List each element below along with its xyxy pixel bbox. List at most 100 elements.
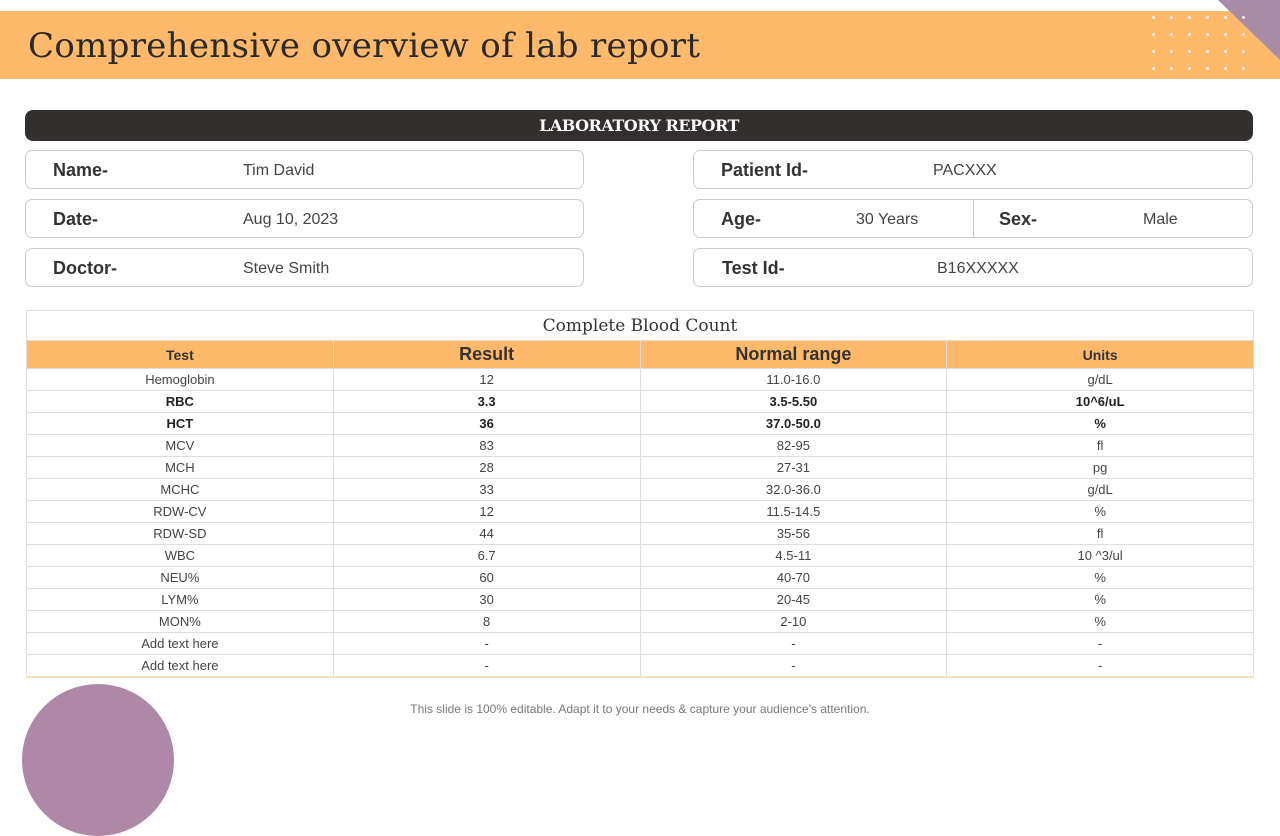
table-caption: Complete Blood Count — [26, 310, 1254, 341]
cell-test: Add text here — [26, 654, 334, 677]
dot — [1152, 67, 1155, 70]
dot — [1170, 67, 1173, 70]
doctor-field: Doctor- Steve Smith — [25, 248, 584, 287]
age-value: 30 Years — [856, 211, 919, 228]
cell-result: 60 — [332, 566, 641, 589]
cell-units: g/dL — [946, 478, 1254, 501]
cell-result: 83 — [332, 434, 641, 457]
table-row: MCV 83 82-95 fl — [26, 434, 1254, 457]
dot — [1152, 50, 1155, 53]
cell-normal-range: 4.5-11 — [639, 544, 948, 567]
test-id-label: Test Id- — [722, 258, 785, 278]
dot — [1170, 33, 1173, 36]
cell-result: 12 — [332, 368, 641, 391]
table-row: MCH 28 27-31 pg — [26, 456, 1254, 479]
table-row: RDW-SD 44 35-56 fl — [26, 522, 1254, 545]
cell-normal-range: 32.0-36.0 — [639, 478, 948, 501]
cell-normal-range: 37.0-50.0 — [639, 412, 948, 435]
cell-units: % — [946, 500, 1254, 523]
dot — [1224, 67, 1227, 70]
report-banner: LABORATORY REPORT — [25, 110, 1253, 141]
cell-normal-range: 2-10 — [639, 610, 948, 633]
cell-units: g/dL — [946, 368, 1254, 391]
cell-normal-range: 20-45 — [639, 588, 948, 611]
dot — [1188, 67, 1191, 70]
header-result: Result — [332, 340, 641, 369]
cell-units: fl — [946, 522, 1254, 545]
dot — [1170, 16, 1173, 19]
cell-test: MCHC — [26, 478, 334, 501]
dot — [1188, 50, 1191, 53]
cell-units: - — [946, 654, 1254, 677]
dot — [1170, 50, 1173, 53]
cell-normal-range: - — [639, 654, 948, 677]
cell-normal-range: 35-56 — [639, 522, 948, 545]
header-test: Test — [26, 340, 334, 369]
cell-result: 36 — [332, 412, 641, 435]
dot — [1242, 50, 1245, 53]
cell-test: RDW-CV — [26, 500, 334, 523]
dot — [1188, 33, 1191, 36]
test-id-field: Test Id- B16XXXXX — [693, 248, 1253, 287]
dot — [1206, 33, 1209, 36]
cell-test: MON% — [26, 610, 334, 633]
cell-units: fl — [946, 434, 1254, 457]
table-row: Add text here - - - — [26, 654, 1254, 677]
name-field: Name- Tim David — [25, 150, 584, 189]
header-normal-range: Normal range — [639, 340, 948, 369]
dot — [1152, 16, 1155, 19]
cell-units: 10 ^3/ul — [946, 544, 1254, 567]
dot — [1224, 33, 1227, 36]
dot — [1242, 33, 1245, 36]
table-row: MON% 8 2-10% — [26, 610, 1254, 633]
cell-result: 6.7 — [332, 544, 641, 567]
cell-test: WBC — [26, 544, 334, 567]
cell-result: - — [332, 654, 641, 677]
dot — [1242, 67, 1245, 70]
cell-units: % — [946, 588, 1254, 611]
dot — [1206, 16, 1209, 19]
footer-note: This slide is 100% editable. Adapt it to… — [410, 702, 870, 716]
cell-test: LYM% — [26, 588, 334, 611]
cell-test: Hemoglobin — [26, 368, 334, 391]
cell-test: MCH — [26, 456, 334, 479]
cell-test: HCT — [26, 412, 334, 435]
dot — [1188, 16, 1191, 19]
table-row: MCHC 33 32.0-36.0 g/dL — [26, 478, 1254, 501]
blood-count-table: Complete Blood Count Test Result Normal … — [26, 310, 1254, 678]
cell-normal-range: 3.5-5.50 — [639, 390, 948, 413]
cell-normal-range: 82-95 — [639, 434, 948, 457]
dot — [1206, 50, 1209, 53]
cell-normal-range: 40-70 — [639, 566, 948, 589]
patient-id-value: PACXXX — [933, 162, 997, 179]
decorative-dots — [1152, 16, 1260, 70]
cell-test: RBC — [26, 390, 334, 413]
cell-units: - — [946, 632, 1254, 655]
doctor-value: Steve Smith — [243, 260, 330, 277]
cell-test: Add text here — [26, 632, 334, 655]
age-label: Age- — [721, 209, 761, 229]
sex-value: Male — [1143, 211, 1178, 228]
page-title: Comprehensive overview of lab report — [28, 26, 701, 66]
cell-result: 3.3 — [332, 390, 641, 413]
patient-id-label: Patient Id- — [721, 160, 809, 180]
cell-normal-range: 11.5-14.5 — [639, 500, 948, 523]
dot — [1224, 50, 1227, 53]
test-id-value: B16XXXXX — [937, 260, 1019, 277]
cell-units: % — [946, 566, 1254, 589]
table-row: RBC 3.3 3.5-5.50 10^6/uL — [26, 390, 1254, 413]
table-row: Hemoglobin 12 11.0-16.0 g/dL — [26, 368, 1254, 391]
cell-result: 44 — [332, 522, 641, 545]
date-field: Date- Aug 10, 2023 — [25, 199, 584, 238]
sex-label: Sex- — [999, 209, 1038, 229]
table-row: NEU% 60 40-70% — [26, 566, 1254, 589]
date-value: Aug 10, 2023 — [243, 211, 339, 228]
sex-field: Sex- Male — [973, 199, 1253, 238]
cell-result: 28 — [332, 456, 641, 479]
table-row: WBC 6.7 4.5-11 10 ^3/ul — [26, 544, 1254, 567]
cell-normal-range: 11.0-16.0 — [639, 368, 948, 391]
name-value: Tim David — [243, 162, 315, 179]
table-row: Add text here - - - — [26, 632, 1254, 655]
cell-test: NEU% — [26, 566, 334, 589]
cell-result: 8 — [332, 610, 641, 633]
